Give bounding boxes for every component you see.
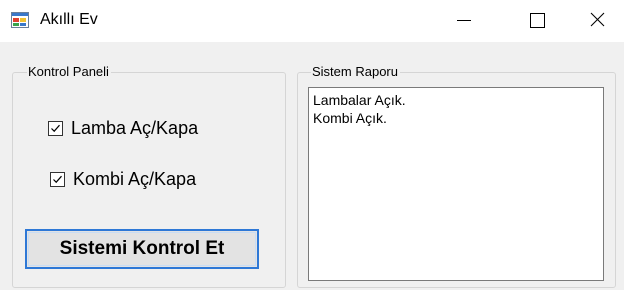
title-bar[interactable]: Akıllı Ev bbox=[0, 0, 624, 42]
kombi-checkbox[interactable] bbox=[50, 171, 65, 187]
minimize-icon bbox=[457, 20, 471, 21]
lamba-checkbox-row[interactable]: Lamba Aç/Kapa bbox=[48, 117, 198, 139]
maximize-button[interactable] bbox=[516, 0, 568, 38]
report-line[interactable]: Lambalar Açık. bbox=[313, 91, 599, 109]
control-panel-groupbox: Kontrol Paneli Lamba Aç/Kapa Kombi Aç/Ka… bbox=[12, 64, 286, 288]
system-report-groupbox: Sistem Raporu Lambalar Açık. Kombi Açık. bbox=[297, 64, 616, 288]
minimize-button[interactable] bbox=[436, 0, 488, 38]
window-title: Akıllı Ev bbox=[40, 11, 98, 28]
system-report-title: Sistem Raporu bbox=[311, 64, 400, 80]
lamba-checkbox-label[interactable]: Lamba Aç/Kapa bbox=[71, 117, 198, 139]
close-icon bbox=[590, 12, 605, 27]
windows-form-app-icon bbox=[11, 12, 29, 28]
form-client-area: Kontrol Paneli Lamba Aç/Kapa Kombi Aç/Ka… bbox=[0, 42, 624, 290]
kombi-checkbox-row[interactable]: Kombi Aç/Kapa bbox=[50, 168, 196, 190]
maximize-icon bbox=[530, 13, 545, 28]
checkmark-icon bbox=[53, 175, 62, 183]
check-system-button[interactable]: Sistemi Kontrol Et bbox=[25, 229, 259, 269]
system-report-listbox[interactable]: Lambalar Açık. Kombi Açık. bbox=[308, 87, 604, 281]
report-line[interactable]: Kombi Açık. bbox=[313, 109, 599, 127]
control-panel-title: Kontrol Paneli bbox=[27, 64, 111, 80]
lamba-checkbox[interactable] bbox=[48, 120, 63, 136]
close-button[interactable] bbox=[572, 0, 624, 38]
check-system-button-label: Sistemi Kontrol Et bbox=[59, 238, 225, 259]
kombi-checkbox-label[interactable]: Kombi Aç/Kapa bbox=[73, 168, 196, 190]
checkmark-icon bbox=[51, 124, 60, 132]
